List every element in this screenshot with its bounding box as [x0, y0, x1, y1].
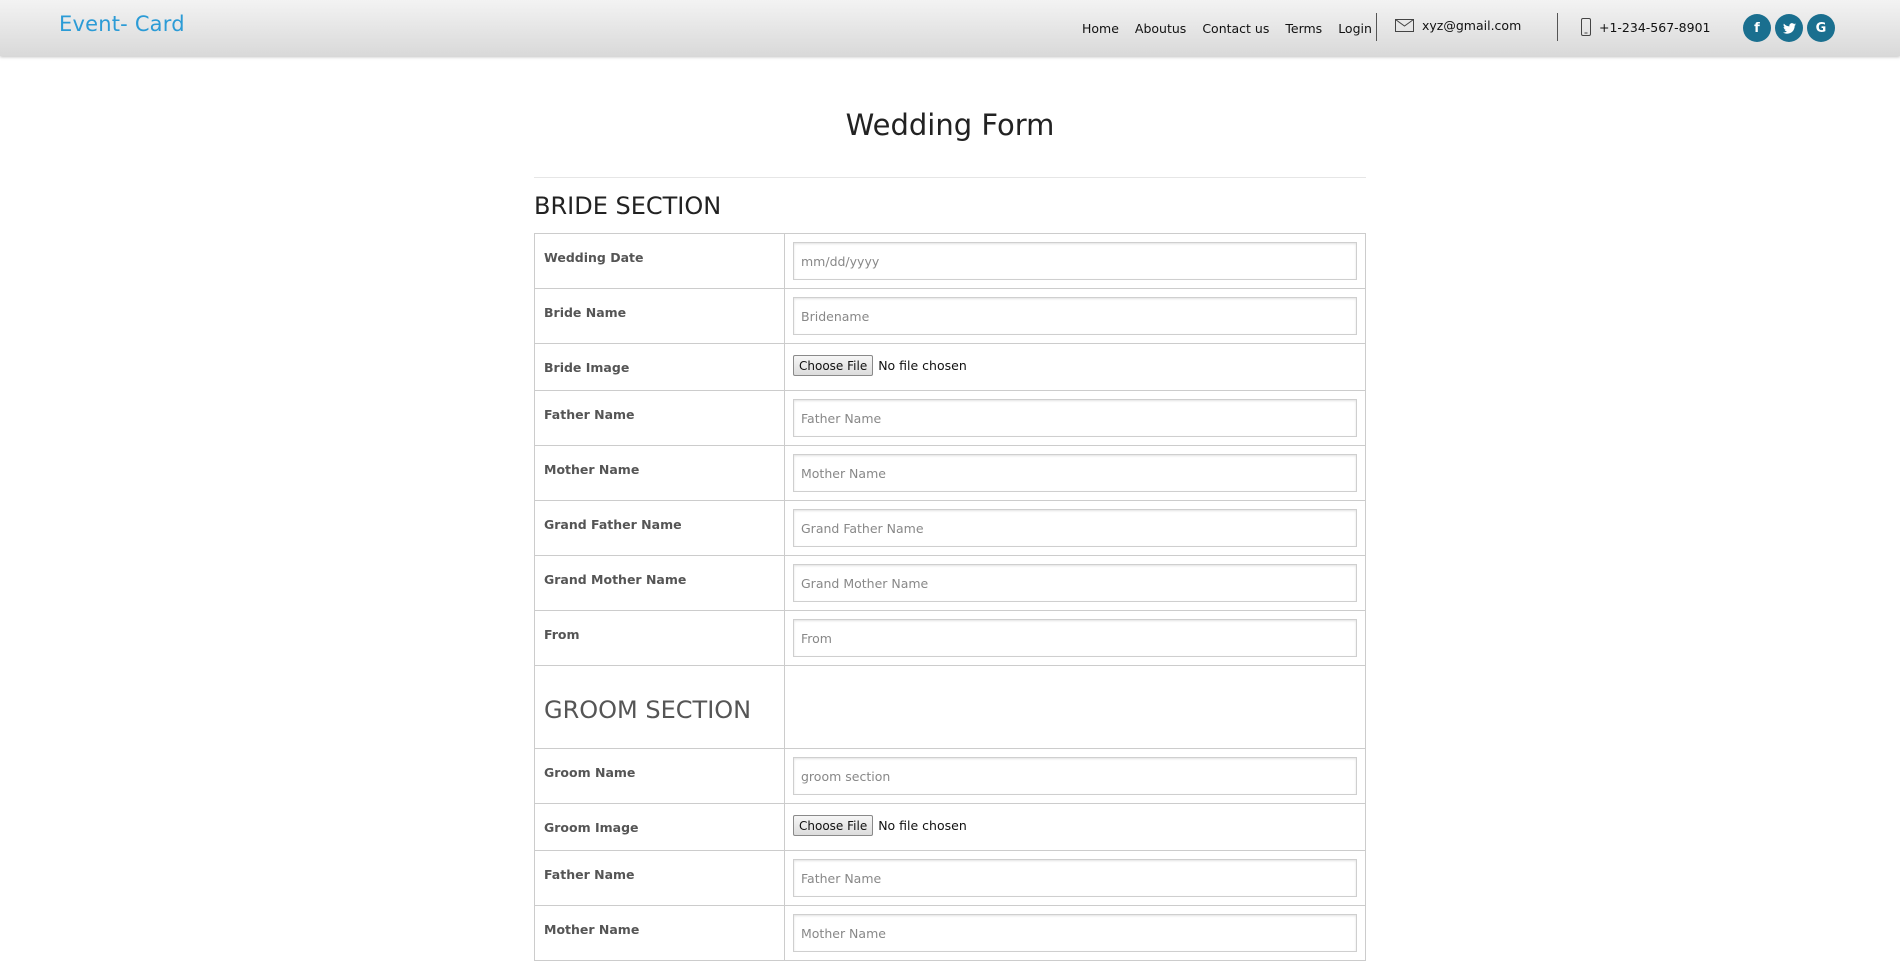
form-row: Bride Name [534, 288, 1366, 344]
google-icon[interactable]: G [1807, 14, 1835, 42]
wedding-date-label: Wedding Date [534, 233, 785, 289]
grand-father-name-label: Grand Father Name [534, 500, 785, 556]
form-row: Grand Father Name [534, 500, 1366, 556]
page-title: Wedding Form [845, 108, 1055, 142]
groom-father-name-label: Father Name [534, 850, 785, 906]
groom-name-label: Groom Name [534, 748, 785, 804]
from-label: From [534, 610, 785, 666]
bride-name-input[interactable] [793, 297, 1357, 335]
groom-father-name-input[interactable] [793, 859, 1357, 897]
groom-name-input[interactable] [793, 757, 1357, 795]
twitter-icon[interactable] [1775, 14, 1803, 42]
form-row: Mother Name [534, 445, 1366, 501]
bride-father-name-label: Father Name [534, 390, 785, 446]
brand-logo[interactable]: Event- Card [59, 12, 185, 36]
contact-divider [1557, 13, 1558, 41]
bride-father-name-input[interactable] [793, 399, 1357, 437]
form-row: Father Name [534, 390, 1366, 446]
groom-image-label: Groom Image [534, 803, 785, 851]
groom-mother-name-label: Mother Name [534, 905, 785, 961]
nav-terms-link[interactable]: Terms [1285, 21, 1322, 36]
bride-mother-name-label: Mother Name [534, 445, 785, 501]
title-divider [534, 177, 1366, 178]
top-navbar: Event- Card Home Aboutus Contact us Term… [0, 0, 1900, 56]
from-input[interactable] [793, 619, 1357, 657]
groom-choose-file-button[interactable]: Choose File [793, 815, 874, 836]
grand-mother-name-label: Grand Mother Name [534, 555, 785, 611]
bride-choose-file-button[interactable]: Choose File [793, 355, 874, 376]
bride-image-label: Bride Image [534, 343, 785, 391]
form-row: Grand Mother Name [534, 555, 1366, 611]
nav-divider [1376, 13, 1377, 41]
form-row: Mother Name [534, 905, 1366, 961]
main-nav: Home Aboutus Contact us Terms Login [1082, 18, 1388, 38]
groom-file-status: No file chosen [878, 818, 967, 833]
bride-name-label: Bride Name [534, 288, 785, 344]
form-row: Groom Name [534, 748, 1366, 804]
facebook-icon[interactable]: f [1743, 14, 1771, 42]
contact-phone[interactable]: +1-234-567-8901 [1581, 18, 1711, 36]
form-row: Father Name [534, 850, 1366, 906]
mail-icon [1395, 19, 1414, 32]
contact-email[interactable]: xyz@gmail.com [1395, 18, 1521, 33]
nav-login-link[interactable]: Login [1338, 21, 1372, 36]
groom-mother-name-input[interactable] [793, 914, 1357, 952]
nav-home-link[interactable]: Home [1082, 21, 1119, 36]
wedding-date-input[interactable] [793, 242, 1357, 280]
mobile-phone-icon [1581, 18, 1591, 36]
bride-image-file-input[interactable]: Choose File No file chosen [793, 352, 1357, 376]
form-row: Groom Image Choose File No file chosen [534, 803, 1366, 851]
email-text: xyz@gmail.com [1422, 18, 1522, 33]
form-row: Wedding Date [534, 233, 1366, 289]
grand-father-name-input[interactable] [793, 509, 1357, 547]
form-row: Bride Image Choose File No file chosen [534, 343, 1366, 391]
groom-image-file-input[interactable]: Choose File No file chosen [793, 812, 1357, 836]
wedding-form-table: Wedding Date Bride Name Bride Image Choo… [534, 233, 1366, 961]
nav-aboutus-link[interactable]: Aboutus [1135, 21, 1186, 36]
phone-text: +1-234-567-8901 [1599, 19, 1711, 35]
form-row: From [534, 610, 1366, 666]
groom-section-heading: GROOM SECTION [544, 696, 752, 724]
social-links: f G [1743, 14, 1839, 42]
nav-contact-link[interactable]: Contact us [1202, 21, 1269, 36]
bride-section-heading: BRIDE SECTION [534, 192, 722, 220]
groom-heading-row: GROOM SECTION [534, 665, 1366, 749]
bride-mother-name-input[interactable] [793, 454, 1357, 492]
bride-file-status: No file chosen [878, 358, 967, 373]
grand-mother-name-input[interactable] [793, 564, 1357, 602]
